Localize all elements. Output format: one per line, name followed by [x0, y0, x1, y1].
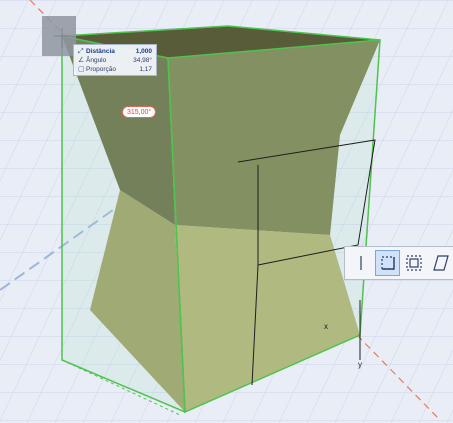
rectangle-center-icon: [406, 255, 422, 271]
single-line-button[interactable]: [349, 250, 373, 276]
tracker-label: Distância: [86, 48, 115, 55]
3d-viewport[interactable]: ⤢ Distância 1,000 ∠ Ângulo 34,98° ▢ Prop…: [0, 0, 453, 423]
angle-icon: ∠: [78, 57, 85, 64]
tracker-label: Ângulo: [86, 57, 107, 64]
tracker-value[interactable]: 34,98°: [130, 56, 152, 65]
selection-handle[interactable]: [42, 16, 76, 56]
geometry-method-palette: [344, 246, 453, 280]
bbox-left-face: [61, 35, 186, 414]
tracker-label: Proporção: [86, 66, 116, 73]
rectangle-corner-button[interactable]: [375, 250, 401, 276]
tracker-value[interactable]: 1,000: [130, 47, 152, 56]
parallelogram-icon: [432, 255, 449, 271]
rectangle-corner-icon: [381, 256, 395, 270]
tracker-box[interactable]: ⤢ Distância 1,000 ∠ Ângulo 34,98° ▢ Prop…: [73, 44, 157, 76]
tracker-row-angle[interactable]: ∠ Ângulo 34,98°: [78, 56, 152, 65]
rectangle-center-button[interactable]: [402, 250, 426, 276]
proportion-icon: ▢: [78, 66, 85, 73]
parallelogram-button[interactable]: [429, 250, 453, 276]
tracker-row-proportion[interactable]: ▢ Proporção 1,17: [78, 65, 152, 74]
angle-badge: 315,00°: [122, 106, 157, 118]
y-axis-label: y: [358, 360, 362, 369]
3d-scene: [0, 0, 453, 423]
single-line-icon: [360, 256, 362, 270]
x-axis-label: x: [324, 322, 328, 331]
distance-icon: ⤢: [78, 48, 84, 55]
tracker-row-distance[interactable]: ⤢ Distância 1,000: [78, 47, 152, 56]
tracker-value[interactable]: 1,17: [130, 65, 152, 74]
